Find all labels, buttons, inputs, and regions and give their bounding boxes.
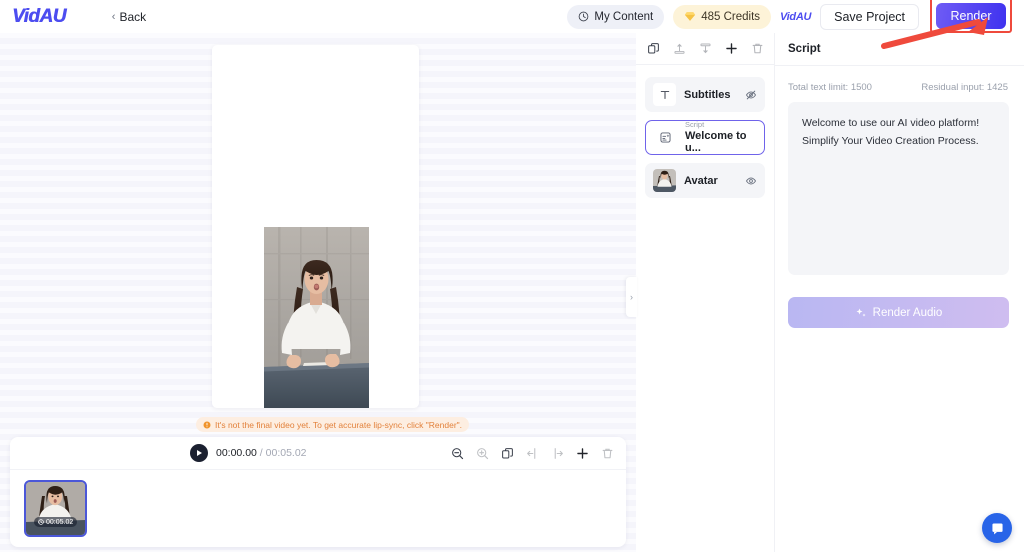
- chat-support-button[interactable]: [982, 513, 1012, 543]
- back-button-label: Back: [119, 9, 147, 24]
- text-glyph-icon: [660, 90, 669, 99]
- eye-icon[interactable]: [745, 175, 757, 187]
- clip-duration-text: 00:05.02: [46, 518, 74, 526]
- layer-item-script[interactable]: Script Welcome to u...: [645, 120, 765, 155]
- script-panel-title: Script: [788, 43, 821, 55]
- clock-icon: [579, 11, 589, 22]
- duplicate-icon[interactable]: [501, 447, 514, 460]
- render-button-wrapper: Render: [928, 0, 1014, 33]
- vidau-mini-logo-button[interactable]: VidAU: [780, 11, 811, 23]
- time-separator: /: [259, 447, 263, 459]
- add-layer-icon[interactable]: [725, 42, 738, 55]
- chevron-right-icon: ›: [630, 292, 633, 302]
- zoom-out-icon[interactable]: [451, 447, 464, 460]
- layer-subtitles-title: Subtitles: [684, 88, 731, 101]
- layer-item-avatar[interactable]: Avatar: [645, 163, 765, 198]
- layer-script-title: Welcome to u...: [685, 129, 747, 154]
- video-canvas[interactable]: [212, 45, 419, 408]
- script-icon: [654, 126, 677, 149]
- render-warning-text: It's not the final video yet. To get acc…: [215, 419, 463, 430]
- right-panel: Subtitles Script Welcome to u... Avatar …: [636, 33, 1024, 552]
- layers-list: Subtitles Script Welcome to u... Avatar: [636, 65, 774, 198]
- layer-avatar-title: Avatar: [684, 174, 718, 187]
- my-content-label: My Content: [594, 10, 654, 23]
- render-audio-button[interactable]: Render Audio: [788, 297, 1009, 328]
- layer-avatar-text: Avatar: [684, 175, 718, 187]
- clip-thumbnail: [26, 482, 85, 535]
- layers-toolbar: [636, 33, 774, 65]
- vidau-editor-app: VidAU ‹ Back My Content 485 Credits VidA…: [0, 0, 1024, 552]
- clip-duration-badge: 00:05.02: [34, 517, 78, 527]
- sparkle-icon: [856, 308, 866, 317]
- timeline-clip[interactable]: 00:05.02: [24, 480, 87, 537]
- delete-icon: [602, 448, 613, 458]
- avatar-thumbnail-image: [653, 169, 676, 192]
- render-warning-banner: It's not the final video yet. To get acc…: [196, 417, 470, 432]
- diamond-icon: [685, 12, 696, 21]
- play-icon: [197, 450, 203, 456]
- render-button[interactable]: Render: [936, 3, 1006, 29]
- script-column: Script Total text limit: 1500 Residual i…: [775, 33, 1024, 552]
- layers-column: Subtitles Script Welcome to u... Avatar: [636, 33, 775, 552]
- avatar-thumb: [653, 169, 676, 192]
- split-right-icon: [554, 447, 563, 459]
- save-project-label: Save Project: [834, 9, 905, 24]
- bring-to-front-icon: [673, 43, 685, 54]
- add-icon[interactable]: [576, 447, 589, 460]
- split-left-icon: [527, 447, 536, 459]
- app-logo[interactable]: VidAU: [12, 6, 66, 28]
- render-audio-label: Render Audio: [872, 306, 943, 319]
- timeline-toolbar: 00:00.00 / 00:05.02: [10, 437, 626, 470]
- avatar-scene-illustration: [264, 227, 369, 408]
- script-textarea[interactable]: Welcome to use our AI video platform! Si…: [788, 102, 1009, 275]
- current-time: 00:00.00: [216, 447, 257, 459]
- top-bar: VidAU ‹ Back My Content 485 Credits VidA…: [0, 0, 1024, 33]
- save-project-button[interactable]: Save Project: [820, 3, 919, 30]
- clock-small-icon: [38, 519, 44, 525]
- chat-bubble-icon: [991, 522, 1003, 534]
- duplicate-icon[interactable]: [647, 42, 660, 55]
- my-content-button[interactable]: My Content: [567, 4, 665, 29]
- layer-script-subtitle: Script: [685, 120, 705, 130]
- total-text-limit-label: Total text limit: 1500: [788, 82, 872, 93]
- credits-label: 485 Credits: [701, 10, 761, 23]
- timeline-track: 00:05.02: [10, 470, 626, 537]
- layer-subtitles-text: Subtitles: [684, 89, 730, 101]
- eye-off-icon[interactable]: [745, 89, 757, 101]
- delete-layer-icon: [752, 43, 762, 54]
- avatar-video-preview: [264, 227, 369, 408]
- text-icon: [653, 83, 676, 106]
- render-button-label: Render: [950, 9, 992, 23]
- back-button[interactable]: ‹ Back: [112, 10, 146, 24]
- chevron-left-icon: ‹: [111, 10, 116, 23]
- panel-collapse-handle[interactable]: ›: [626, 277, 637, 317]
- timeline-panel: 00:00.00 / 00:05.02 00:05.02: [10, 437, 626, 547]
- play-button[interactable]: [190, 444, 208, 462]
- script-glyph-icon: [660, 132, 671, 143]
- send-to-back-icon: [699, 43, 711, 54]
- credits-button[interactable]: 485 Credits: [673, 4, 772, 29]
- top-bar-actions: My Content 485 Credits VidAU Save Projec…: [567, 0, 1024, 33]
- layer-script-text: Script Welcome to u...: [685, 121, 756, 154]
- zoom-in-icon: [477, 447, 489, 459]
- residual-input-label: Residual input: 1425: [921, 82, 1008, 93]
- total-time: 00:05.02: [265, 447, 307, 459]
- script-limits: Total text limit: 1500 Residual input: 1…: [775, 66, 1024, 93]
- timeline-tools: [451, 447, 614, 460]
- warning-icon: [203, 421, 211, 428]
- layer-item-subtitles[interactable]: Subtitles: [645, 77, 765, 112]
- timecode: 00:00.00 / 00:05.02: [216, 447, 307, 459]
- script-panel-header: Script: [775, 33, 1024, 66]
